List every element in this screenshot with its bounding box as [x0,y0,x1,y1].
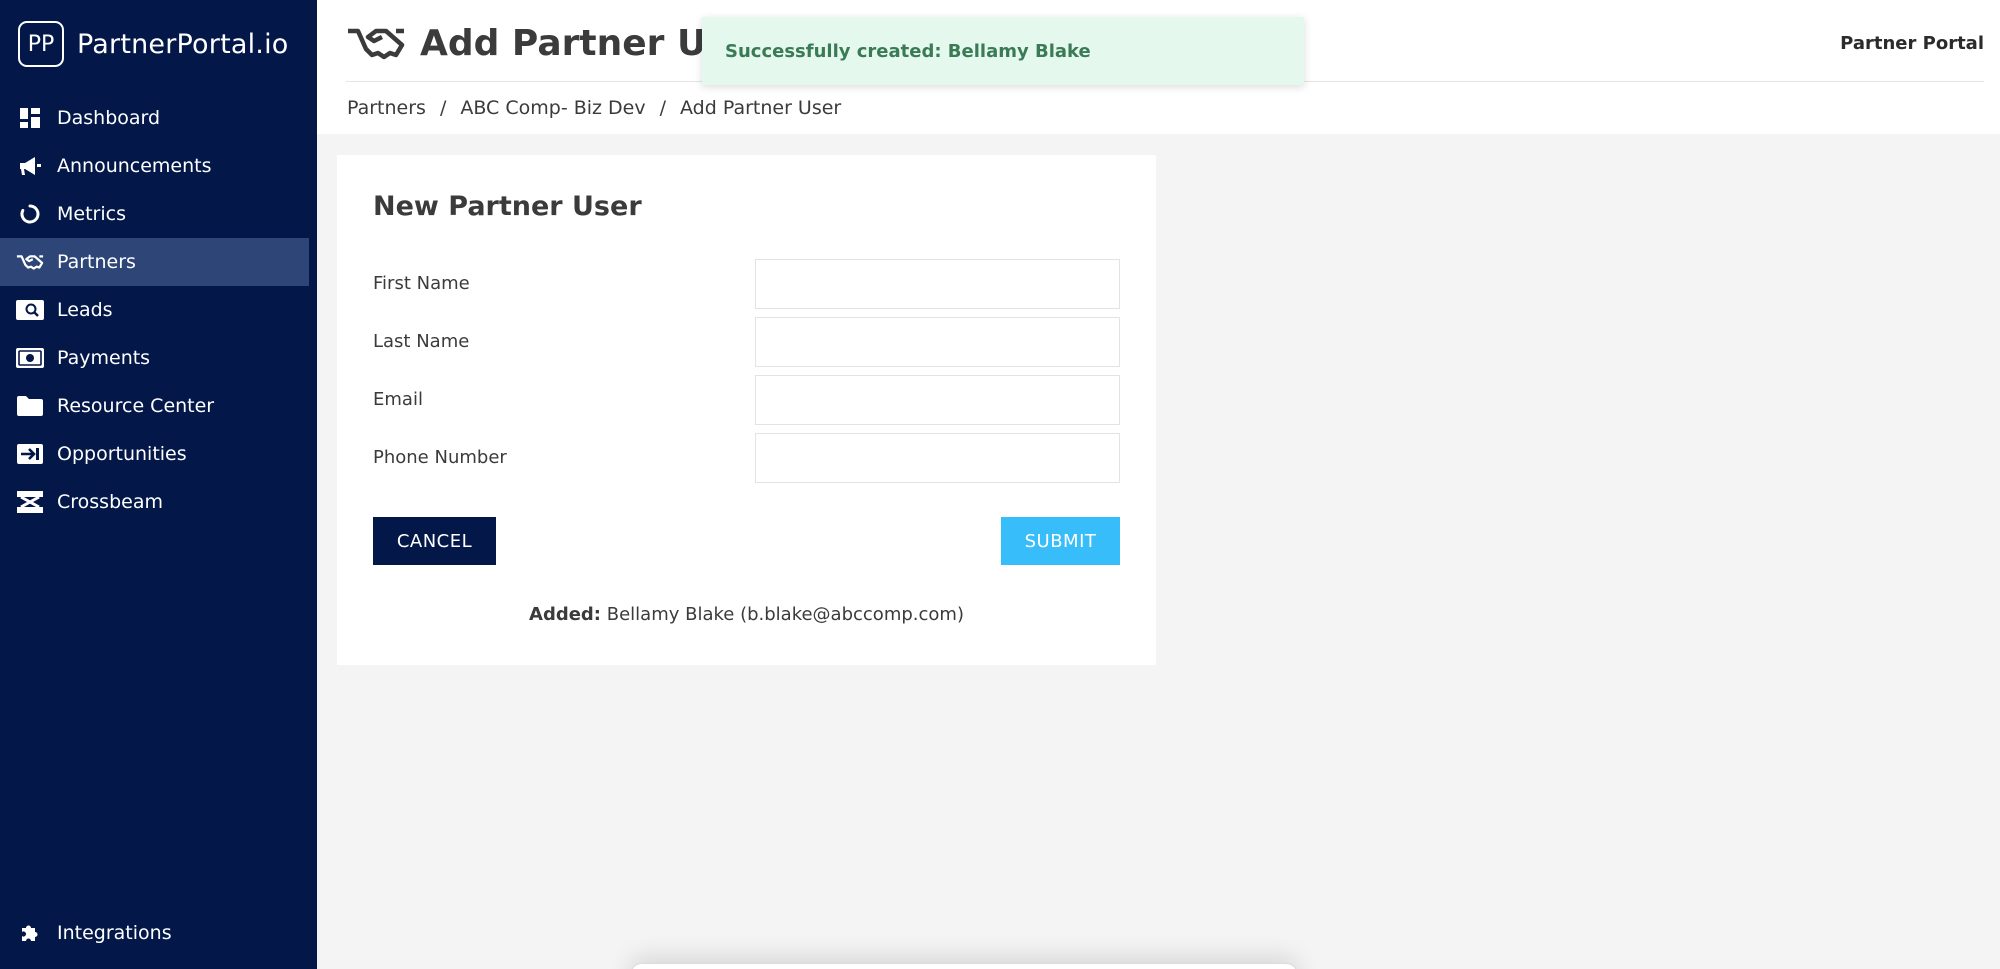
handshake-icon [16,250,44,274]
sidebar-item-label: Opportunities [57,443,187,465]
handshake-icon [346,20,406,66]
sidebar-item-label: Announcements [57,155,212,177]
email-label: Email [373,389,423,410]
circle-notch-icon [16,202,44,226]
brand-logo: PP [18,21,64,67]
added-user-text: Bellamy Blake (b.blake@abccomp.com) [606,604,964,625]
dashboard-icon [16,106,44,130]
email-row: Email [373,375,1120,425]
sidebar-item-label: Resource Center [57,395,215,417]
cancel-button[interactable]: CANCEL [373,517,496,565]
sidebar-item-label: Crossbeam [57,491,163,513]
first-name-row: First Name [373,259,1120,309]
sidebar-item-payments[interactable]: Payments [0,334,317,382]
added-confirmation: Added: Bellamy Blake (b.blake@abccomp.co… [337,604,1156,625]
sidebar-item-label: Payments [57,347,151,369]
card-title: New Partner User [373,191,642,222]
breadcrumb-separator: / [439,97,447,119]
added-prefix: Added: [529,604,602,625]
arrow-in-box-icon [16,442,44,466]
phone-number-row: Phone Number [373,433,1120,483]
sidebar-item-resource-center[interactable]: Resource Center [0,382,317,430]
sidebar-item-label: Dashboard [57,107,161,129]
sidebar-item-dashboard[interactable]: Dashboard [0,94,317,142]
last-name-label: Last Name [373,331,470,352]
folder-icon [16,394,44,418]
sidebar-nav: Dashboard Announcements Metrics Partners… [0,94,317,526]
submit-button[interactable]: SUBMIT [1001,517,1120,565]
sidebar-item-label: Integrations [57,922,172,944]
crossbeam-icon [16,490,44,514]
floating-panel [630,963,1298,969]
toast-message: Successfully created: Bellamy Blake [725,40,1091,62]
last-name-row: Last Name [373,317,1120,367]
brand[interactable]: PP PartnerPortal.io [18,21,289,67]
brand-name: PartnerPortal.io [77,28,289,60]
sidebar-item-label: Leads [57,299,113,321]
sidebar-item-opportunities[interactable]: Opportunities [0,430,317,478]
new-partner-user-card: New Partner User First Name Last Name Em… [337,155,1156,665]
sidebar-item-integrations[interactable]: Integrations [0,909,317,957]
breadcrumb-separator: / [659,97,667,119]
megaphone-icon [16,154,44,178]
sidebar-item-announcements[interactable]: Announcements [0,142,317,190]
breadcrumb-item-partners[interactable]: Partners [347,97,426,119]
sidebar-item-leads[interactable]: Leads [0,286,317,334]
sidebar-bottom: Integrations [0,909,317,957]
breadcrumb: Partners / ABC Comp- Biz Dev / Add Partn… [347,97,841,119]
sidebar-item-label: Metrics [57,203,126,225]
success-toast[interactable]: Successfully created: Bellamy Blake [702,17,1304,85]
header-portal-label[interactable]: Partner Portal [1840,33,1984,54]
last-name-input[interactable] [755,317,1120,367]
money-bill-icon [16,346,44,370]
puzzle-icon [16,921,44,945]
breadcrumb-item-current: Add Partner User [680,97,842,119]
email-input[interactable] [755,375,1120,425]
sidebar: PP PartnerPortal.io Dashboard Announceme… [0,0,317,969]
sidebar-item-partners[interactable]: Partners [0,238,309,286]
search-dollar-icon [16,298,44,322]
phone-number-input[interactable] [755,433,1120,483]
breadcrumb-item-partner[interactable]: ABC Comp- Biz Dev [460,97,645,119]
first-name-input[interactable] [755,259,1120,309]
sidebar-item-label: Partners [57,251,136,273]
sidebar-item-crossbeam[interactable]: Crossbeam [0,478,317,526]
phone-number-label: Phone Number [373,447,507,468]
first-name-label: First Name [373,273,470,294]
sidebar-item-metrics[interactable]: Metrics [0,190,317,238]
